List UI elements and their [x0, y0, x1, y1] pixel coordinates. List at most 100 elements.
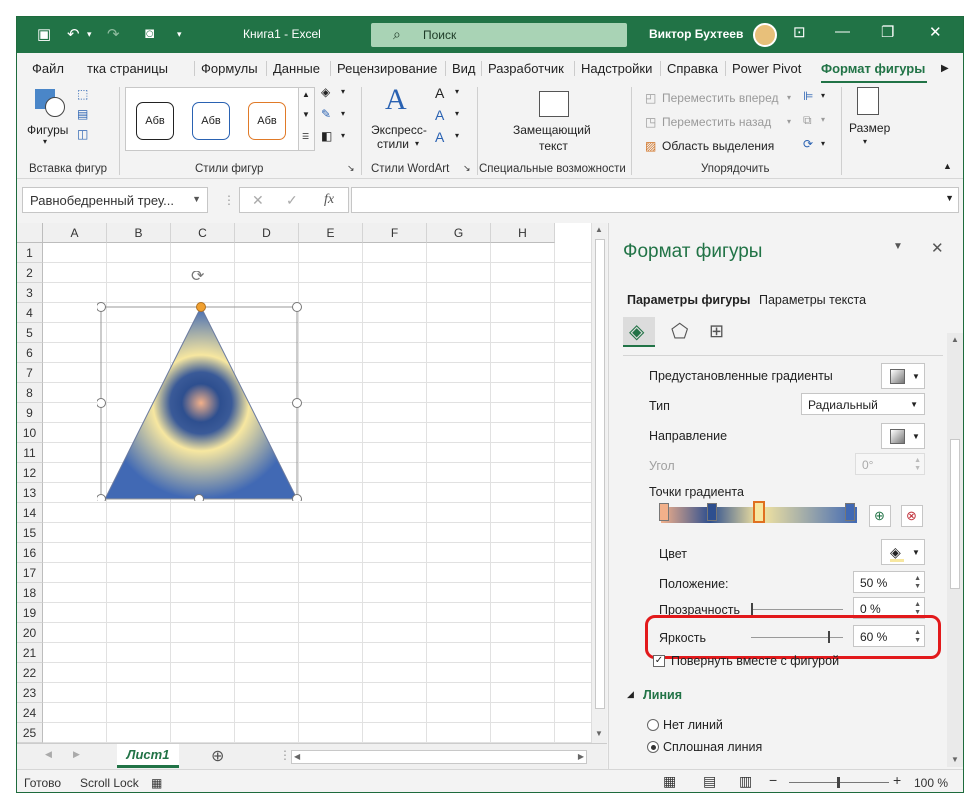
normal-view-icon[interactable]: ▦ — [663, 773, 676, 790]
tabs-scroll-right-icon[interactable]: ▶ — [941, 63, 949, 74]
preset-gradients-dropdown[interactable]: ▼ — [881, 363, 925, 389]
spin-down-icon[interactable]: ▼ — [914, 637, 921, 644]
column-header[interactable]: F — [363, 223, 427, 243]
row-header[interactable]: 16 — [17, 543, 43, 563]
rotate-icon[interactable]: ⟳ — [803, 137, 813, 151]
gradient-stop-selected[interactable] — [753, 501, 765, 523]
prev-sheet-icon[interactable]: ◀ — [45, 749, 52, 760]
column-header[interactable]: H — [491, 223, 555, 243]
save-icon[interactable]: ▣ — [37, 25, 51, 43]
adjust-handle[interactable] — [196, 302, 206, 312]
brightness-slider-thumb[interactable] — [828, 631, 830, 643]
solid-line-radio[interactable] — [647, 741, 659, 753]
spin-up-icon[interactable]: ▲ — [914, 575, 921, 582]
tab-shape-format[interactable]: Формат фигуры — [821, 61, 925, 76]
row-header[interactable]: 22 — [17, 663, 43, 683]
column-header[interactable]: E — [299, 223, 363, 243]
brightness-input[interactable]: 60 % ▲ ▼ — [853, 625, 925, 647]
row-header[interactable]: 3 — [17, 283, 43, 303]
size-properties-icon[interactable]: ⊞ — [709, 321, 724, 342]
selection-pane-button[interactable]: Область выделения — [662, 139, 774, 153]
pane-scroll-thumb[interactable] — [950, 439, 960, 589]
undo-icon[interactable]: ↶ — [67, 25, 80, 43]
scroll-left-icon[interactable]: ◀ — [294, 752, 300, 761]
row-header[interactable]: 10 — [17, 423, 43, 443]
resize-handle[interactable] — [292, 398, 302, 408]
horizontal-scrollbar[interactable]: ◀ ▶ — [291, 750, 587, 764]
selection-pane-icon[interactable]: ▨ — [645, 139, 656, 153]
row-header[interactable]: 20 — [17, 623, 43, 643]
name-box[interactable]: Равнобедренный треу... ▼ — [22, 187, 208, 213]
page-layout-view-icon[interactable]: ▤ — [703, 773, 716, 790]
shape-effects-icon[interactable]: ◧ — [321, 129, 332, 143]
tab-file[interactable]: Файл — [32, 61, 64, 76]
gallery-more-icon[interactable]: ☰ — [302, 132, 309, 141]
triangle-fill[interactable] — [104, 305, 298, 500]
tab-help[interactable]: Справка — [660, 61, 718, 76]
style-sample-orange[interactable]: Абв — [248, 102, 286, 140]
shape-styles-launcher-icon[interactable]: ↘ — [347, 163, 355, 174]
express-styles-dropdown-icon[interactable]: ▾ — [415, 139, 419, 148]
color-picker-dropdown[interactable]: ◈ ▼ — [881, 539, 925, 565]
gallery-down-icon[interactable]: ▼ — [302, 110, 310, 119]
search-box[interactable]: ⌕ Поиск — [371, 23, 627, 47]
alt-text-button-line2[interactable]: текст — [539, 139, 568, 153]
transparency-slider[interactable] — [751, 609, 843, 610]
ribbon-display-icon[interactable]: ⊡ — [793, 23, 806, 41]
direction-dropdown[interactable]: ▼ — [881, 423, 925, 449]
collapse-ribbon-icon[interactable]: ▲ — [943, 161, 952, 171]
fill-line-tab[interactable]: ◈ — [623, 317, 655, 347]
row-header[interactable]: 7 — [17, 363, 43, 383]
zoom-slider-thumb[interactable] — [837, 777, 840, 788]
column-header[interactable]: D — [235, 223, 299, 243]
no-line-radio[interactable] — [647, 719, 659, 731]
customize-qat-icon[interactable]: ▾ — [177, 29, 182, 40]
tab-data[interactable]: Данные — [266, 61, 320, 76]
row-header[interactable]: 25 — [17, 723, 43, 743]
tab-review[interactable]: Рецензирование — [330, 61, 437, 76]
row-header[interactable]: 17 — [17, 563, 43, 583]
line-section-header[interactable]: Линия — [643, 688, 682, 702]
transparency-slider-thumb[interactable] — [751, 603, 753, 615]
row-header[interactable]: 4 — [17, 303, 43, 323]
gradient-stop-2[interactable] — [707, 503, 717, 521]
effects-pentagon-icon[interactable]: ⬠ — [671, 319, 688, 344]
avatar[interactable] — [753, 23, 777, 47]
resize-handle[interactable] — [97, 302, 106, 312]
tab-formulas[interactable]: Формулы — [194, 61, 258, 76]
scroll-up-icon[interactable]: ▲ — [595, 225, 603, 234]
row-header[interactable]: 11 — [17, 443, 43, 463]
rotate-with-shape-checkbox[interactable]: ✓ — [653, 655, 665, 667]
text-effects-icon[interactable]: A — [435, 129, 444, 145]
row-header[interactable]: 19 — [17, 603, 43, 623]
style-sample-blue[interactable]: Абв — [192, 102, 230, 140]
gradient-stop-4[interactable] — [845, 503, 855, 521]
tab-developer[interactable]: Разработчик — [481, 61, 564, 76]
resize-handle[interactable] — [194, 494, 204, 502]
name-box-dropdown-icon[interactable]: ▼ — [192, 194, 201, 204]
row-header[interactable]: 8 — [17, 383, 43, 403]
text-effects-dropdown-icon[interactable]: ▾ — [455, 131, 459, 140]
shape-outline-dropdown-icon[interactable]: ▾ — [341, 109, 345, 118]
pane-scroll-down-icon[interactable]: ▼ — [951, 755, 959, 764]
maximize-icon[interactable]: ❐ — [881, 23, 894, 41]
page-break-view-icon[interactable]: ▥ — [739, 773, 752, 790]
position-input[interactable]: 50 % ▲ ▼ — [853, 571, 925, 593]
text-fill-dropdown-icon[interactable]: ▾ — [455, 87, 459, 96]
row-header[interactable]: 14 — [17, 503, 43, 523]
add-gradient-stop-button[interactable]: ⊕ — [869, 505, 891, 527]
remove-gradient-stop-button[interactable]: ⊗ — [901, 505, 923, 527]
resize-handle[interactable] — [97, 398, 106, 408]
zoom-out-icon[interactable]: − — [769, 772, 777, 788]
tab-text-options[interactable]: Параметры текста — [759, 293, 866, 307]
gallery-scroll[interactable]: ▲ ▼ ☰ — [298, 87, 315, 151]
express-styles-button[interactable]: Экспресс- — [371, 123, 427, 137]
text-box-icon[interactable]: ▤ — [77, 107, 88, 121]
shape-fill-dropdown-icon[interactable]: ▾ — [341, 87, 345, 96]
column-header[interactable]: C — [171, 223, 235, 243]
column-header[interactable]: B — [107, 223, 171, 243]
close-icon[interactable]: ✕ — [929, 23, 942, 41]
shapes-button[interactable]: Фигуры — [27, 123, 68, 137]
resize-handle[interactable] — [97, 494, 106, 502]
edit-shape-icon[interactable]: ⬚ — [77, 87, 88, 101]
